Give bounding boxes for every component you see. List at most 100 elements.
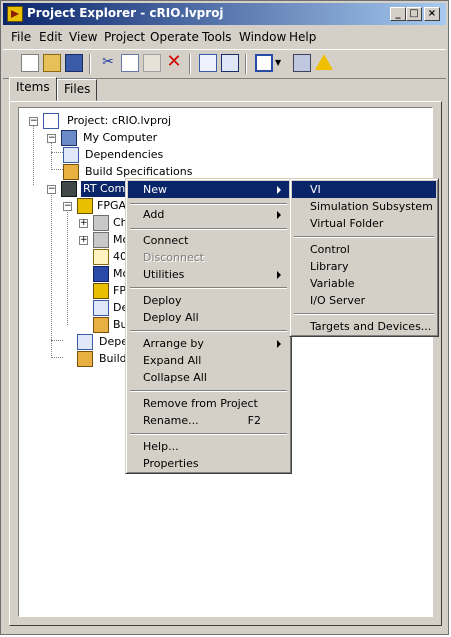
toolbar: ✂ ✕ ▼ <box>3 49 446 79</box>
view-icon[interactable] <box>255 54 273 72</box>
tree-label: Project: cRIO.lvproj <box>67 114 172 127</box>
open-icon[interactable] <box>43 54 61 72</box>
tree-label: My Computer <box>83 131 158 144</box>
menu-item-label: Deploy All <box>143 311 199 324</box>
dependencies-icon <box>93 300 109 316</box>
menu-item-disconnect: Disconnect <box>128 249 289 266</box>
menu-item-label: Arrange by <box>143 337 204 350</box>
properties-icon[interactable] <box>293 54 311 72</box>
submenu-item-variable[interactable]: Variable <box>292 275 436 292</box>
toolbar-separator <box>189 54 191 74</box>
menu-item-label: Library <box>310 260 349 273</box>
submenu-item-simulation-subsystem[interactable]: Simulation Subsystem <box>292 198 436 215</box>
tab-items[interactable]: Items <box>9 77 57 101</box>
tree-connector <box>67 205 68 325</box>
toolbar-separator <box>89 54 91 74</box>
chevron-right-icon <box>277 211 281 219</box>
menu-separator <box>294 313 434 315</box>
labview-project-icon <box>7 6 23 22</box>
folder-icon <box>93 215 109 231</box>
collapse-icon[interactable]: − <box>29 117 38 126</box>
menu-item-remove-from-project[interactable]: Remove from Project <box>128 395 289 412</box>
menu-item-add[interactable]: Add <box>128 206 289 223</box>
menu-operate[interactable]: Operate <box>150 30 199 44</box>
tree-connector <box>51 188 52 356</box>
tree-connector <box>51 340 63 341</box>
menu-item-label: Add <box>143 208 165 221</box>
build-icon[interactable] <box>221 54 239 72</box>
menu-item-new[interactable]: New <box>128 181 289 198</box>
menu-tools[interactable]: Tools <box>202 30 232 44</box>
expand-icon[interactable]: + <box>79 219 88 228</box>
chevron-down-icon[interactable]: ▼ <box>275 54 285 72</box>
menu-item-label: Simulation Subsystem <box>310 200 433 213</box>
menu-help[interactable]: Help <box>289 30 316 44</box>
copy-icon[interactable] <box>121 54 139 72</box>
maximize-icon[interactable]: □ <box>406 7 422 21</box>
menu-item-label: Expand All <box>143 354 202 367</box>
module-icon <box>93 266 109 282</box>
submenu-item-io-server[interactable]: I/O Server <box>292 292 436 309</box>
computer-icon <box>61 130 77 146</box>
menu-item-label: Properties <box>143 457 199 470</box>
collapse-icon[interactable]: − <box>63 202 72 211</box>
collapse-icon[interactable]: − <box>47 185 56 194</box>
menu-separator <box>130 228 287 230</box>
menu-item-rename[interactable]: Rename... F2 <box>128 412 289 429</box>
tree-connector <box>33 121 34 185</box>
delete-icon[interactable]: ✕ <box>165 53 183 72</box>
cut-icon[interactable]: ✂ <box>99 54 117 72</box>
new-submenu: VI Simulation Subsystem Virtual Folder C… <box>289 178 439 337</box>
expand-icon[interactable]: + <box>79 236 88 245</box>
menu-item-label: Targets and Devices... <box>310 320 432 333</box>
tree-connector <box>51 357 63 358</box>
submenu-item-control[interactable]: Control <box>292 241 436 258</box>
add-vi-icon[interactable] <box>199 54 217 72</box>
menu-view[interactable]: View <box>69 30 97 44</box>
menu-item-shortcut: F2 <box>247 414 261 427</box>
submenu-item-vi[interactable]: VI <box>292 181 436 198</box>
collapse-icon[interactable]: − <box>47 134 56 143</box>
submenu-item-library[interactable]: Library <box>292 258 436 275</box>
menu-bar: File Edit View Project Operate Tools Win… <box>3 27 446 47</box>
tree-connector <box>51 152 63 153</box>
menu-item-connect[interactable]: Connect <box>128 232 289 249</box>
menu-separator <box>130 433 287 435</box>
menu-item-label: Utilities <box>143 268 185 281</box>
menu-file[interactable]: File <box>11 30 31 44</box>
menu-item-utilities[interactable]: Utilities <box>128 266 289 283</box>
close-icon[interactable]: × <box>424 7 440 21</box>
menu-item-help[interactable]: Help... <box>128 438 289 455</box>
toolbar-separator <box>245 54 247 74</box>
window-title: Project Explorer - cRIO.lvproj <box>27 6 224 20</box>
menu-item-label: Variable <box>310 277 355 290</box>
tab-files[interactable]: Files <box>57 79 98 101</box>
menu-item-collapse-all[interactable]: Collapse All <box>128 369 289 386</box>
build-specifications-icon <box>77 351 93 367</box>
title-bar[interactable]: Project Explorer - cRIO.lvproj _ □ × <box>3 3 446 25</box>
menu-window[interactable]: Window <box>239 30 286 44</box>
menu-separator <box>294 236 434 238</box>
menu-project[interactable]: Project <box>104 30 145 44</box>
menu-item-arrange-by[interactable]: Arrange by <box>128 335 289 352</box>
dependencies-icon <box>63 147 79 163</box>
submenu-item-targets-and-devices[interactable]: Targets and Devices... <box>292 318 436 335</box>
tree-label: Dependencies <box>85 148 164 161</box>
menu-item-label: Help... <box>143 440 179 453</box>
chevron-right-icon <box>277 186 281 194</box>
menu-item-deploy-all[interactable]: Deploy All <box>128 309 289 326</box>
menu-item-label: New <box>143 183 167 196</box>
warning-icon[interactable] <box>315 54 333 70</box>
chevron-right-icon <box>277 340 281 348</box>
save-all-icon[interactable] <box>65 54 83 72</box>
menu-item-properties[interactable]: Properties <box>128 455 289 472</box>
menu-item-expand-all[interactable]: Expand All <box>128 352 289 369</box>
build-specifications-icon <box>93 317 109 333</box>
minimize-icon[interactable]: _ <box>390 7 406 21</box>
submenu-item-virtual-folder[interactable]: Virtual Folder <box>292 215 436 232</box>
menu-edit[interactable]: Edit <box>39 30 62 44</box>
fpga-vi-icon <box>93 283 109 299</box>
menu-item-deploy[interactable]: Deploy <box>128 292 289 309</box>
paste-icon[interactable] <box>143 54 161 72</box>
new-icon[interactable] <box>21 54 39 72</box>
